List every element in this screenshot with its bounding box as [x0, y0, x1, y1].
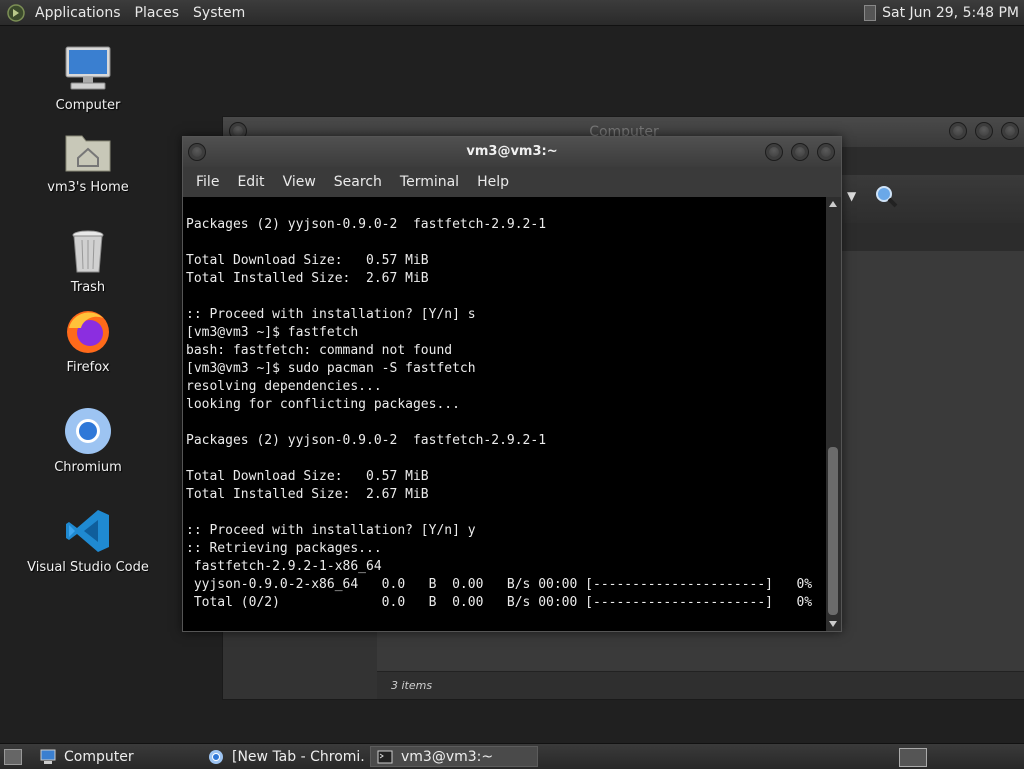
- places-menu[interactable]: Places: [128, 5, 187, 21]
- terminal-line: yyjson-0.9.0-2-x86_64 0.0 B 0.00 B/s 00:…: [186, 577, 813, 592]
- terminal-line: bash: fastfetch: command not found: [186, 343, 453, 358]
- computer-icon: [40, 749, 56, 764]
- desktop-icon-vscode[interactable]: Visual Studio Code: [23, 506, 153, 575]
- terminal-line: :: Proceed with installation? [Y/n] s: [186, 307, 476, 322]
- terminal-icon: [377, 750, 393, 763]
- terminal-line: Packages (2) yyjson-0.9.0-2 fastfetch-2.…: [186, 433, 547, 448]
- minimize-button[interactable]: [949, 122, 967, 140]
- terminal-line: fastfetch-2.9.2-1-x86_64: [186, 559, 382, 574]
- desktop-icon-trash[interactable]: Trash: [23, 226, 153, 295]
- taskbar-item-computer[interactable]: Computer: [34, 746, 198, 767]
- terminal-line: Total Installed Size: 2.67 MiB: [186, 271, 429, 286]
- desktop-icon-label: Visual Studio Code: [27, 560, 149, 575]
- menu-terminal[interactable]: Terminal: [391, 174, 468, 190]
- workspace-switcher[interactable]: [899, 748, 927, 767]
- firefox-icon: [67, 311, 109, 353]
- terminal-scrollbar[interactable]: [826, 197, 841, 631]
- menu-edit[interactable]: Edit: [228, 174, 273, 190]
- taskbar-item-label: vm3@vm3:~: [401, 748, 494, 765]
- close-button[interactable]: [817, 143, 835, 161]
- terminal-line: Total (0/2) 0.0 B 0.00 B/s 00:00 [------…: [186, 595, 813, 610]
- terminal-line: Total Download Size: 0.57 MiB: [186, 469, 429, 484]
- distro-logo-icon[interactable]: [6, 3, 26, 23]
- desktop-icon-label: Computer: [55, 98, 121, 113]
- scroll-down-icon[interactable]: [829, 621, 837, 627]
- terminal-menubar: File Edit View Search Terminal Help: [183, 167, 841, 198]
- desktop-icon-label: Trash: [70, 280, 106, 295]
- close-button[interactable]: [1001, 122, 1019, 140]
- desktop-icon-chromium[interactable]: Chromium: [23, 406, 153, 475]
- tray-clipboard-icon[interactable]: [864, 4, 877, 21]
- window-menu-button[interactable]: [188, 143, 206, 161]
- desktop-icon-firefox[interactable]: Firefox: [23, 306, 153, 375]
- terminal-line: Packages (2) yyjson-0.9.0-2 fastfetch-2.…: [186, 217, 547, 232]
- terminal-window[interactable]: vm3@vm3:~ File Edit View Search Terminal…: [182, 136, 842, 632]
- applications-menu[interactable]: Applications: [28, 5, 128, 21]
- bottom-taskbar: Computer [New Tab - Chromi... vm3@vm3:~: [0, 743, 1024, 769]
- terminal-line: [vm3@vm3 ~]$ fastfetch: [186, 325, 359, 340]
- desktop-icon-computer[interactable]: Computer: [23, 44, 153, 113]
- vscode-icon: [66, 510, 109, 552]
- terminal-line: resolving dependencies...: [186, 379, 382, 394]
- desktop-icon-label: vm3's Home: [47, 180, 129, 195]
- desktop-icon-home[interactable]: vm3's Home: [23, 126, 153, 195]
- taskbar-item-terminal[interactable]: vm3@vm3:~: [370, 746, 538, 767]
- terminal-line: [vm3@vm3 ~]$ sudo pacman -S fastfetch: [186, 361, 476, 376]
- taskbar-item-chromium[interactable]: [New Tab - Chromi...: [202, 746, 366, 767]
- terminal-title: vm3@vm3:~: [466, 144, 558, 159]
- show-desktop-icon[interactable]: [4, 749, 22, 765]
- terminal-line: looking for conflicting packages...: [186, 397, 460, 412]
- terminal-output[interactable]: Packages (2) yyjson-0.9.0-2 fastfetch-2.…: [183, 197, 826, 631]
- chromium-icon: [65, 408, 111, 454]
- menu-file[interactable]: File: [187, 174, 228, 190]
- desktop-icon-label: Chromium: [54, 460, 122, 475]
- terminal-titlebar[interactable]: vm3@vm3:~: [183, 137, 841, 167]
- top-panel: Applications Places System Sat Jun 29, 5…: [0, 0, 1024, 26]
- home-folder-icon: [65, 135, 111, 172]
- clock[interactable]: Sat Jun 29, 5:48 PM: [882, 5, 1019, 21]
- terminal-line: Total Installed Size: 2.67 MiB: [186, 487, 429, 502]
- search-icon[interactable]: [873, 183, 899, 209]
- trash-icon: [72, 230, 104, 273]
- terminal-line: Total Download Size: 0.57 MiB: [186, 253, 429, 268]
- maximize-button[interactable]: [975, 122, 993, 140]
- computer-icon: [65, 46, 111, 90]
- menu-help[interactable]: Help: [468, 174, 518, 190]
- system-menu[interactable]: System: [186, 5, 252, 21]
- scroll-up-icon[interactable]: [829, 201, 837, 207]
- taskbar-item-label: [New Tab - Chromi...: [232, 748, 366, 765]
- terminal-lines: Packages (2) yyjson-0.9.0-2 fastfetch-2.…: [186, 216, 812, 612]
- menu-search[interactable]: Search: [325, 174, 391, 190]
- menu-view[interactable]: View: [274, 174, 325, 190]
- terminal-line: :: Retrieving packages...: [186, 541, 382, 556]
- taskbar-item-label: Computer: [64, 748, 134, 765]
- desktop-icon-label: Firefox: [66, 360, 110, 375]
- file-manager-status: 3 items: [377, 671, 1024, 699]
- terminal-line: :: Proceed with installation? [Y/n] y: [186, 523, 476, 538]
- minimize-button[interactable]: [765, 143, 783, 161]
- maximize-button[interactable]: [791, 143, 809, 161]
- view-dropdown-arrow-icon[interactable]: ▼: [847, 189, 856, 203]
- scroll-thumb[interactable]: [828, 447, 838, 615]
- chromium-icon: [209, 749, 223, 764]
